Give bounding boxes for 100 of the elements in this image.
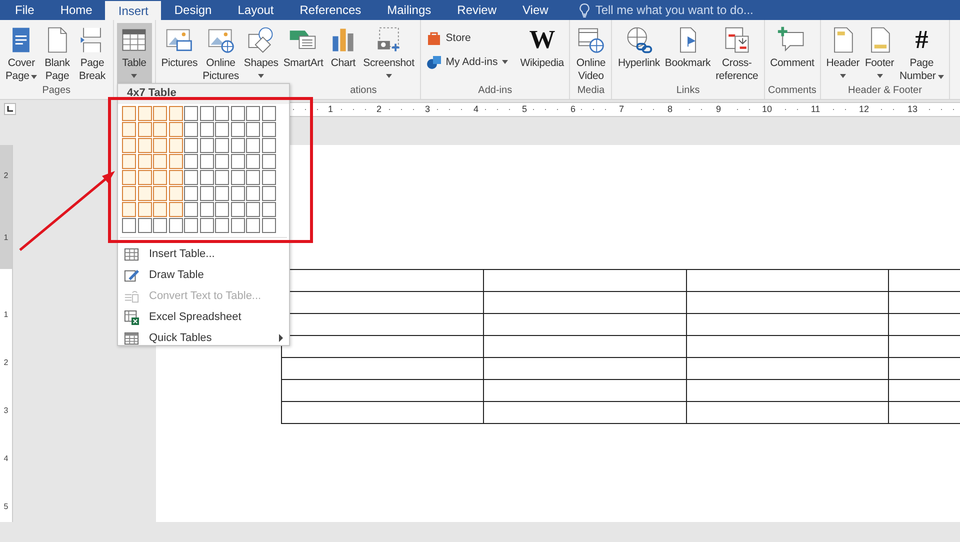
grid-cell[interactable] — [138, 154, 152, 168]
ribbon-button[interactable]: Online Video — [573, 23, 608, 85]
grid-cell[interactable] — [262, 186, 276, 200]
grid-cell[interactable] — [122, 218, 136, 232]
grid-cell[interactable] — [184, 138, 198, 152]
grid-cell[interactable] — [200, 106, 214, 120]
menu-item[interactable]: Excel Spreadsheet — [118, 306, 289, 328]
grid-cell[interactable] — [184, 202, 198, 216]
ribbon-tab[interactable]: Mailings — [374, 0, 444, 20]
grid-cell[interactable] — [168, 106, 182, 120]
ribbon-tab[interactable]: Review — [444, 0, 510, 20]
grid-cell[interactable] — [230, 122, 244, 136]
grid-cell[interactable] — [230, 202, 244, 216]
grid-cell[interactable] — [153, 186, 167, 200]
grid-cell[interactable] — [215, 202, 229, 216]
grid-cell[interactable] — [122, 186, 136, 200]
grid-cell[interactable] — [184, 186, 198, 200]
grid-cell[interactable] — [246, 122, 260, 136]
grid-cell[interactable] — [184, 154, 198, 168]
grid-cell[interactable] — [200, 186, 214, 200]
grid-cell[interactable] — [168, 202, 182, 216]
ribbon-button[interactable]: Header — [824, 23, 862, 85]
grid-cell[interactable] — [138, 122, 152, 136]
grid-cell[interactable] — [230, 218, 244, 232]
grid-cell[interactable] — [138, 218, 152, 232]
grid-cell[interactable] — [168, 154, 182, 168]
grid-cell[interactable] — [230, 170, 244, 184]
grid-cell[interactable] — [200, 154, 214, 168]
grid-cell[interactable] — [215, 138, 229, 152]
menu-item[interactable]: Quick Tables — [118, 328, 289, 348]
grid-cell[interactable] — [262, 138, 276, 152]
grid-cell[interactable] — [215, 186, 229, 200]
grid-cell[interactable] — [200, 122, 214, 136]
tab-selector-icon[interactable] — [4, 103, 16, 115]
ribbon-button[interactable]: Screenshot — [360, 23, 417, 85]
grid-cell[interactable] — [262, 170, 276, 184]
grid-cell[interactable] — [200, 170, 214, 184]
grid-cell[interactable] — [122, 138, 136, 152]
ribbon-button[interactable]: Cross- reference — [713, 23, 761, 85]
tell-me-field[interactable]: Tell me what you want to do... — [579, 0, 796, 20]
grid-cell[interactable] — [246, 202, 260, 216]
grid-cell[interactable] — [122, 154, 136, 168]
grid-cell[interactable] — [153, 138, 167, 152]
ribbon-tab[interactable]: File — [2, 0, 48, 20]
ribbon-tab[interactable]: View — [510, 0, 562, 20]
grid-cell[interactable] — [168, 186, 182, 200]
grid-cell[interactable] — [153, 202, 167, 216]
ribbon-tab[interactable]: References — [286, 0, 374, 20]
ribbon-button[interactable]: Chart — [326, 23, 361, 85]
ribbon-button[interactable]: Cover Page — [3, 23, 40, 85]
grid-cell[interactable] — [262, 218, 276, 232]
grid-cell[interactable] — [230, 186, 244, 200]
grid-cell[interactable] — [246, 106, 260, 120]
grid-cell[interactable] — [138, 138, 152, 152]
ribbon-tab[interactable]: Layout — [224, 0, 287, 20]
grid-cell[interactable] — [262, 154, 276, 168]
grid-cell[interactable] — [184, 122, 198, 136]
grid-cell[interactable] — [246, 138, 260, 152]
grid-cell[interactable] — [138, 202, 152, 216]
ribbon-button[interactable]: Page Break — [74, 23, 110, 85]
ribbon-button[interactable]: Store — [424, 29, 510, 47]
ribbon-button[interactable]: Blank Page — [40, 23, 75, 85]
grid-cell[interactable] — [215, 170, 229, 184]
grid-cell[interactable] — [246, 170, 260, 184]
grid-cell[interactable] — [153, 218, 167, 232]
ribbon-button[interactable]: Footer — [862, 23, 898, 85]
grid-cell[interactable] — [215, 154, 229, 168]
grid-cell[interactable] — [200, 138, 214, 152]
grid-cell[interactable] — [246, 186, 260, 200]
grid-cell[interactable] — [230, 106, 244, 120]
ribbon-button[interactable]: Comment — [768, 23, 817, 85]
menu-item[interactable]: Insert Table... — [118, 244, 289, 264]
grid-cell[interactable] — [138, 170, 152, 184]
ribbon-button[interactable]: # Page Number — [897, 23, 946, 85]
grid-cell[interactable] — [168, 218, 182, 232]
grid-cell[interactable] — [262, 122, 276, 136]
grid-cell[interactable] — [168, 138, 182, 152]
grid-cell[interactable] — [153, 122, 167, 136]
grid-cell[interactable] — [246, 154, 260, 168]
grid-cell[interactable] — [262, 202, 276, 216]
grid-cell[interactable] — [184, 170, 198, 184]
grid-cell[interactable] — [122, 170, 136, 184]
ribbon-button[interactable]: Hyperlink — [615, 23, 662, 85]
ribbon-button[interactable]: Bookmark — [662, 23, 714, 85]
grid-cell[interactable] — [122, 106, 136, 120]
grid-cell[interactable] — [153, 154, 167, 168]
grid-cell[interactable] — [230, 138, 244, 152]
ribbon-tab[interactable]: Home — [47, 0, 106, 20]
grid-cell[interactable] — [122, 122, 136, 136]
grid-cell[interactable] — [168, 170, 182, 184]
grid-cell[interactable] — [184, 218, 198, 232]
grid-cell[interactable] — [138, 186, 152, 200]
grid-cell[interactable] — [215, 122, 229, 136]
grid-cell[interactable] — [230, 154, 244, 168]
ribbon-button[interactable]: My Add-ins — [424, 53, 510, 71]
ribbon-button[interactable]: W Wikipedia — [518, 23, 566, 85]
ribbon-tab[interactable]: Design — [161, 0, 225, 20]
grid-cell[interactable] — [246, 218, 260, 232]
grid-cell[interactable] — [262, 106, 276, 120]
ribbon-button[interactable]: SmartArt — [280, 23, 326, 85]
